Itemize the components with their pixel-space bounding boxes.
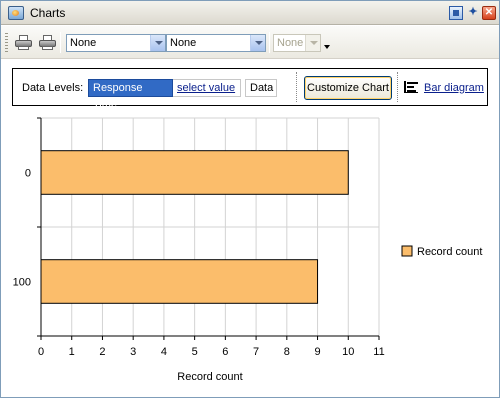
response-time-level[interactable]: Response Time [88,79,173,110]
chart-dropdown-3-value: None [277,37,304,49]
x-tick-label: 3 [130,346,136,358]
x-tick-label: 6 [222,346,228,358]
bar [40,259,319,304]
x-tick-label: 7 [253,346,259,358]
y-tick-label: 0 [25,168,31,180]
x-tick-label: 9 [314,346,320,358]
bar-diagram-icon[interactable] [404,81,418,93]
title-bar: Charts ✦ ✕ [1,1,499,25]
chevron-down-icon[interactable] [150,35,165,51]
window-menu-icon[interactable] [449,6,463,20]
chart-dropdown-1-value: None [70,37,97,49]
print-preview-icon[interactable] [39,35,56,50]
toolbar-overflow-icon[interactable] [324,45,330,49]
toolbar-grip[interactable] [5,33,8,52]
chart-dropdown-1[interactable]: None [66,34,166,52]
x-tick-label: 4 [161,346,167,358]
x-tick-label: 10 [342,346,354,358]
y-tick-label: 100 [13,277,31,289]
x-tick-label: 2 [99,346,105,358]
x-axis-label: Record count [177,371,242,383]
customize-chart-button[interactable]: Customize Chart [304,76,392,100]
legend-label: Record count [417,246,482,258]
window-title: Charts [30,6,66,20]
data-level[interactable]: Data [245,79,277,97]
close-icon[interactable]: ✕ [482,6,496,20]
charts-window: Charts ✦ ✕ None None None Data Levels: R… [0,0,500,398]
panel-separator [296,72,297,102]
bar-chart: 0 1 2 3 4 5 6 7 8 9 10 11 0 100 Record count Record cou… [13,117,482,383]
x-tick-label: 5 [192,346,198,358]
pin-icon[interactable]: ✦ [466,6,480,20]
chart-dropdown-2[interactable]: None [166,34,266,52]
legend-swatch [401,245,413,257]
bar [40,150,349,195]
data-levels-panel: Data Levels: Response Time select value … [12,68,488,110]
chevron-down-icon[interactable] [250,35,265,51]
x-tick-label: 0 [38,346,44,358]
select-value-link[interactable]: select value [173,79,241,97]
x-tick-label: 8 [284,346,290,358]
data-levels-label: Data Levels: [22,82,84,94]
chart-dropdown-2-value: None [170,37,197,49]
panel-separator [397,72,398,102]
printer-icon[interactable] [15,35,32,50]
toolbar: None None None [1,26,499,59]
charts-app-icon [8,6,24,20]
toolbar-separator [269,32,270,53]
toolbar-separator [60,32,61,53]
chart-dropdown-3-disabled: None [273,34,321,52]
x-tick-label: 1 [69,346,75,358]
chevron-down-icon [305,35,320,51]
x-tick-label: 11 [373,346,384,358]
bar-diagram-link[interactable]: Bar diagram [424,82,484,94]
